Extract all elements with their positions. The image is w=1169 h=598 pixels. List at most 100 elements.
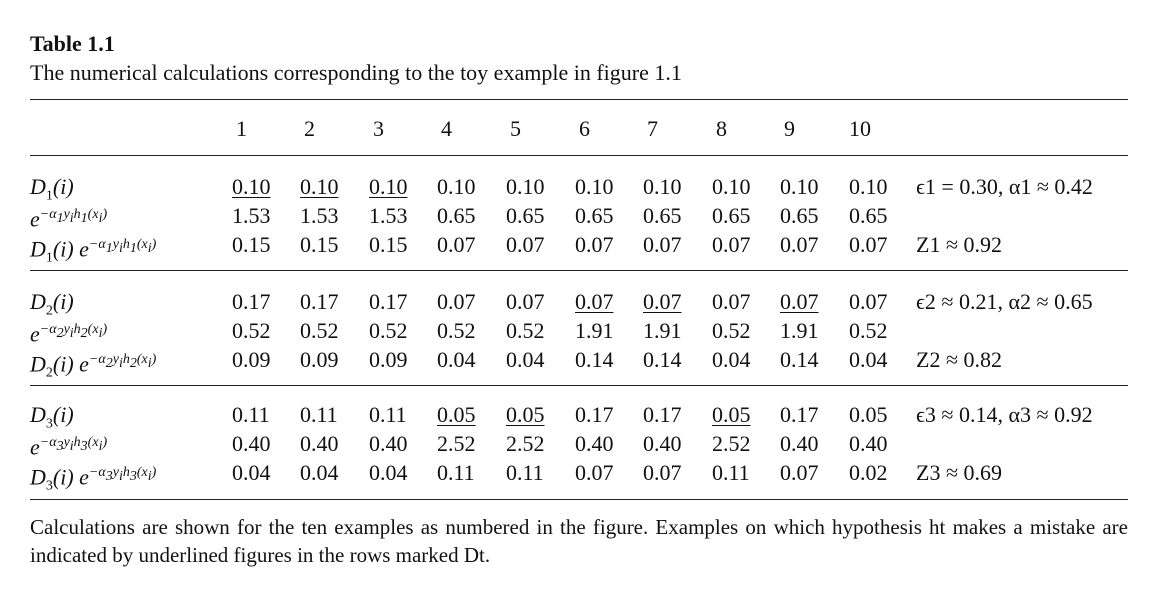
cell-r3-row2-col8: 2.52 [712,431,751,456]
cell-r3-row2-col7: 0.40 [643,431,682,456]
cell-r2-row1-col3: 0.17 [369,289,408,314]
cell-r3-row2-col2: 0.40 [300,431,339,456]
cell-r1-row3-col4: 0.07 [437,232,476,257]
cell-r3-row3-col2: 0.04 [300,460,339,485]
column-header-10: 10 [849,116,871,141]
cell-r2-row2-col8: 0.52 [712,318,751,343]
cell-r1-row1-col8: 0.10 [712,174,751,199]
cell-r2-row2-col7: 1.91 [643,318,682,343]
row-label-exp3: e−α3yih3(xi) [30,434,108,460]
cell-r3-row3-col10: 0.02 [849,460,888,485]
cell-r1-row3-col10: 0.07 [849,232,888,257]
cell-r3-row2-col5: 2.52 [506,431,545,456]
cell-r1-row1-col9: 0.10 [780,174,819,199]
cell-r2-row3-col3: 0.09 [369,347,408,372]
cell-r3-row3-col1: 0.04 [232,460,271,485]
column-header-1: 1 [236,116,247,141]
column-header-4: 4 [441,116,452,141]
cell-r1-row1-col7: 0.10 [643,174,682,199]
cell-r3-row2-col4: 2.52 [437,431,476,456]
cell-r2-row2-col10: 0.52 [849,318,888,343]
cell-r2-row2-col1: 0.52 [232,318,271,343]
cell-r2-row2-col6: 1.91 [575,318,614,343]
cell-r3-row1-col3: 0.11 [369,402,407,427]
cell-r1-row2-col6: 0.65 [575,203,614,228]
cell-r2-row2-col9: 1.91 [780,318,819,343]
round2-summary-bottom: Z2 ≈ 0.82 [916,347,1003,372]
column-header-2: 2 [304,116,315,141]
cell-r2-row3-col5: 0.04 [506,347,545,372]
cell-r1-row2-col7: 0.65 [643,203,682,228]
cell-r1-row2-col3: 1.53 [369,203,408,228]
cell-r1-row2-col9: 0.65 [780,203,819,228]
cell-r2-row1-col1: 0.17 [232,289,271,314]
cell-r2-row1-col6: 0.07 [575,289,614,314]
row-label-exp2: e−α2yih2(xi) [30,321,108,347]
cell-r1-row1-col2: 0.10 [300,174,339,199]
cell-r2-row1-col7: 0.07 [643,289,682,314]
cell-r1-row3-col6: 0.07 [575,232,614,257]
cell-r1-row1-col10: 0.10 [849,174,888,199]
cell-r2-row3-col2: 0.09 [300,347,339,372]
cell-r3-row1-col5: 0.05 [506,402,545,427]
cell-r1-row3-col7: 0.07 [643,232,682,257]
round2-summary-top: ϵ2 ≈ 0.21, α2 ≈ 0.65 [916,289,1093,314]
cell-r1-row1-col5: 0.10 [506,174,545,199]
cell-r2-row3-col9: 0.14 [780,347,819,372]
cell-r3-row1-col7: 0.17 [643,402,682,427]
column-header-5: 5 [510,116,521,141]
column-header-3: 3 [373,116,384,141]
cell-r3-row2-col1: 0.40 [232,431,271,456]
cell-r2-row3-col4: 0.04 [437,347,476,372]
table-footnote: Calculations are shown for the ten examp… [30,515,1128,567]
bottom-rule [30,499,1128,500]
cell-r2-row2-col3: 0.52 [369,318,408,343]
cell-r3-row1-col4: 0.05 [437,402,476,427]
cell-r3-row2-col10: 0.40 [849,431,888,456]
cell-r3-row3-col7: 0.07 [643,460,682,485]
header-rule [30,155,1128,156]
column-header-7: 7 [647,116,658,141]
cell-r1-row1-col4: 0.10 [437,174,476,199]
cell-r1-row3-col3: 0.15 [369,232,408,257]
row-label-d3-exp3: D3(i) e−α3yih3(xi) [30,464,157,494]
cell-r1-row1-col6: 0.10 [575,174,614,199]
column-header-6: 6 [579,116,590,141]
cell-r1-row3-col2: 0.15 [300,232,339,257]
cell-r1-row3-col8: 0.07 [712,232,751,257]
cell-r3-row1-col1: 0.11 [232,402,270,427]
cell-r1-row2-col5: 0.65 [506,203,545,228]
cell-r2-row3-col1: 0.09 [232,347,271,372]
cell-r2-row3-col10: 0.04 [849,347,888,372]
cell-r3-row1-col10: 0.05 [849,402,888,427]
cell-r2-row3-col6: 0.14 [575,347,614,372]
cell-r3-row3-col3: 0.04 [369,460,408,485]
cell-r1-row2-col1: 1.53 [232,203,271,228]
cell-r3-row1-col2: 0.11 [300,402,338,427]
cell-r3-row3-col8: 0.11 [712,460,750,485]
cell-r2-row1-col8: 0.07 [712,289,751,314]
column-header-9: 9 [784,116,795,141]
cell-r2-row1-col4: 0.07 [437,289,476,314]
row-label-d1-exp1: D1(i) e−α1yih1(xi) [30,236,157,266]
cell-r2-row1-col5: 0.07 [506,289,545,314]
column-header-8: 8 [716,116,727,141]
cell-r3-row3-col9: 0.07 [780,460,819,485]
row-label-exp1: e−α1yih1(xi) [30,206,108,232]
page: { "table": { "title": "Table 1.1", "capt… [0,0,1169,598]
cell-r1-row2-col10: 0.65 [849,203,888,228]
cell-r2-row3-col7: 0.14 [643,347,682,372]
table-caption: The numerical calculations corresponding… [30,60,682,85]
cell-r1-row2-col2: 1.53 [300,203,339,228]
cell-r3-row3-col6: 0.07 [575,460,614,485]
cell-r1-row3-col9: 0.07 [780,232,819,257]
cell-r3-row1-col6: 0.17 [575,402,614,427]
cell-r2-row2-col2: 0.52 [300,318,339,343]
cell-r3-row3-col4: 0.11 [437,460,475,485]
cell-r3-row2-col9: 0.40 [780,431,819,456]
cell-r1-row1-col1: 0.10 [232,174,271,199]
cell-r3-row2-col6: 0.40 [575,431,614,456]
cell-r3-row1-col8: 0.05 [712,402,751,427]
cell-r3-row2-col3: 0.40 [369,431,408,456]
table-title: Table 1.1 [30,31,115,56]
